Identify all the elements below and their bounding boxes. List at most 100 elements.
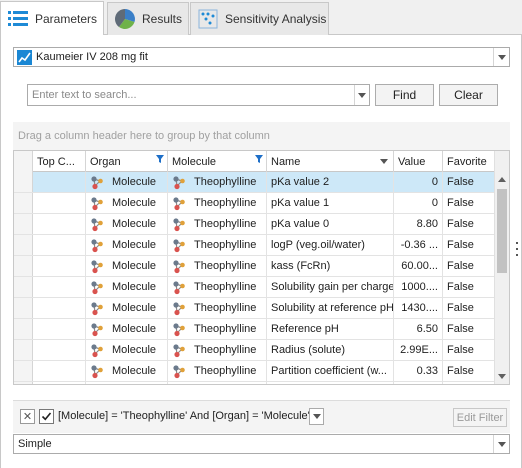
cell-top-container[interactable] [33,340,86,360]
column-header-top-container[interactable]: Top C... [33,151,86,172]
table-row[interactable]: Molecule Theophylline kass (FcRn) 60.00... F… [14,256,495,277]
cell-name[interactable]: Radius (solute) [267,340,394,360]
group-by-panel[interactable]: Drag a column header here to group by th… [13,122,510,150]
cell-value[interactable]: 0 [394,172,443,192]
filter-history-dropdown[interactable] [309,408,324,425]
cell-value[interactable]: 2.99E... [394,340,443,360]
clear-button[interactable]: Clear [439,84,498,106]
column-header-name[interactable]: Name [267,151,394,172]
cell-name[interactable]: pKa value 1 [267,193,394,213]
table-row[interactable]: MoleculeTheophyllinePartition coefficien… [14,361,495,382]
cell-top-container[interactable] [33,193,86,213]
search-history-dropdown[interactable] [354,85,369,105]
table-row[interactable]: Molecule Theophylline logP (veg.oil/water)… [14,235,495,256]
vertical-scrollbar[interactable] [494,172,509,384]
cell-favorite[interactable]: False [443,193,495,213]
cell-organ[interactable]: Molecule [86,214,168,234]
cell-top-container[interactable] [33,277,86,297]
cell-top-container[interactable] [33,382,86,384]
cell-top-container[interactable] [33,235,86,255]
table-row[interactable]: MoleculeTheophyllinePartition coefficien… [14,382,495,384]
filter-funnel-icon[interactable] [156,155,164,163]
edit-filter-button[interactable]: Edit Filter [453,408,507,427]
cell-favorite[interactable]: False [443,235,495,255]
cell-molecule[interactable]: Theophylline [168,214,267,234]
cell-organ[interactable]: Molecule [86,256,168,276]
cell-molecule[interactable]: Theophylline [168,256,267,276]
table-row[interactable]: Molecule Theophylline Reference pH 6.50 Fals… [14,319,495,340]
table-row[interactable]: Molecule Theophylline pKa value 0 8.80 False [14,214,495,235]
cell-molecule[interactable]: Theophylline [168,361,267,381]
cell-favorite[interactable]: False [443,256,495,276]
tab-parameters[interactable]: Parameters [0,1,104,35]
scroll-down-icon[interactable] [498,374,506,379]
cell-organ[interactable]: Molecule [86,319,168,339]
cell-value[interactable]: 0 [394,193,443,213]
cell-value[interactable]: 1000.... [394,277,443,297]
filter-expression[interactable]: [Molecule] = 'Theophylline' And [Organ] … [58,410,310,422]
cell-name[interactable]: pKa value 0 [267,214,394,234]
cell-name[interactable]: pKa value 2 [267,172,394,192]
cell-organ[interactable]: Molecule [86,298,168,318]
cell-favorite[interactable]: False [443,361,495,381]
cell-top-container[interactable] [33,172,86,192]
simulation-selector-dropdown[interactable] [493,48,509,66]
table-row[interactable]: Molecule Theophylline pKa value 1 0 False [14,193,495,214]
view-mode-selector[interactable]: Simple [13,434,510,454]
cell-value[interactable]: -0.36 ... [394,235,443,255]
column-header-organ[interactable]: Organ [86,151,168,172]
cell-favorite[interactable]: False [443,172,495,192]
search-input[interactable] [28,85,354,105]
column-header-molecule[interactable]: Molecule [168,151,267,172]
cell-top-container[interactable] [33,298,86,318]
cell-molecule[interactable]: Theophylline [168,340,267,360]
search-field[interactable] [27,84,370,106]
cell-top-container[interactable] [33,214,86,234]
column-header-favorite[interactable]: Favorite [443,151,495,172]
cell-name[interactable]: Partition coefficient (l... [267,382,394,384]
scroll-up-icon[interactable] [498,177,506,182]
cell-name[interactable]: Partition coefficient (w... [267,361,394,381]
cell-name[interactable]: kass (FcRn) [267,256,394,276]
table-row[interactable]: Molecule Theophylline Solubility at refere… [14,298,495,319]
cell-name[interactable]: Solubility gain per charge [267,277,394,297]
filter-funnel-icon[interactable] [255,155,263,163]
cell-favorite[interactable]: False [443,340,495,360]
cell-top-container[interactable] [33,319,86,339]
simulation-selector[interactable]: Kaumeier IV 208 mg fit [13,47,510,67]
filter-enabled-checkbox[interactable] [39,409,54,424]
cell-value[interactable]: 1430.... [394,298,443,318]
cell-organ[interactable]: Molecule [86,382,168,384]
splitter-grip[interactable] [516,242,518,256]
cell-favorite[interactable]: False [443,319,495,339]
cell-name[interactable]: Solubility at reference pH [267,298,394,318]
cell-molecule[interactable]: Theophylline [168,235,267,255]
cell-molecule[interactable]: Theophylline [168,172,267,192]
cell-name[interactable]: logP (veg.oil/water) [267,235,394,255]
cell-molecule[interactable]: Theophylline [168,298,267,318]
cell-molecule[interactable]: Theophylline [168,193,267,213]
scrollbar-thumb[interactable] [497,189,507,273]
cell-favorite[interactable]: False [443,214,495,234]
table-row[interactable]: Molecule Theophylline Radius (solute) 2.99E… [14,340,495,361]
cell-value[interactable]: 60.00... [394,256,443,276]
cell-organ[interactable]: Molecule [86,235,168,255]
tab-sensitivity-analysis[interactable]: Sensitivity Analysis [190,2,329,35]
clear-filter-button[interactable]: ✕ [20,409,35,424]
table-row[interactable]: Molecule Theophylline pKa value 2 0 False [14,172,495,193]
cell-name[interactable]: Reference pH [267,319,394,339]
cell-value[interactable]: 6.50 [394,319,443,339]
cell-molecule[interactable]: Theophylline [168,382,267,384]
cell-top-container[interactable] [33,256,86,276]
view-mode-dropdown[interactable] [493,435,509,453]
cell-organ[interactable]: Molecule [86,361,168,381]
cell-organ[interactable]: Molecule [86,277,168,297]
find-button[interactable]: Find [375,84,434,106]
cell-favorite[interactable]: False [443,298,495,318]
cell-organ[interactable]: Molecule [86,340,168,360]
cell-molecule[interactable]: Theophylline [168,277,267,297]
cell-organ[interactable]: Molecule [86,172,168,192]
cell-top-container[interactable] [33,361,86,381]
table-row[interactable]: Molecule Theophylline Solubility gain per … [14,277,495,298]
column-header-value[interactable]: Value [394,151,443,172]
